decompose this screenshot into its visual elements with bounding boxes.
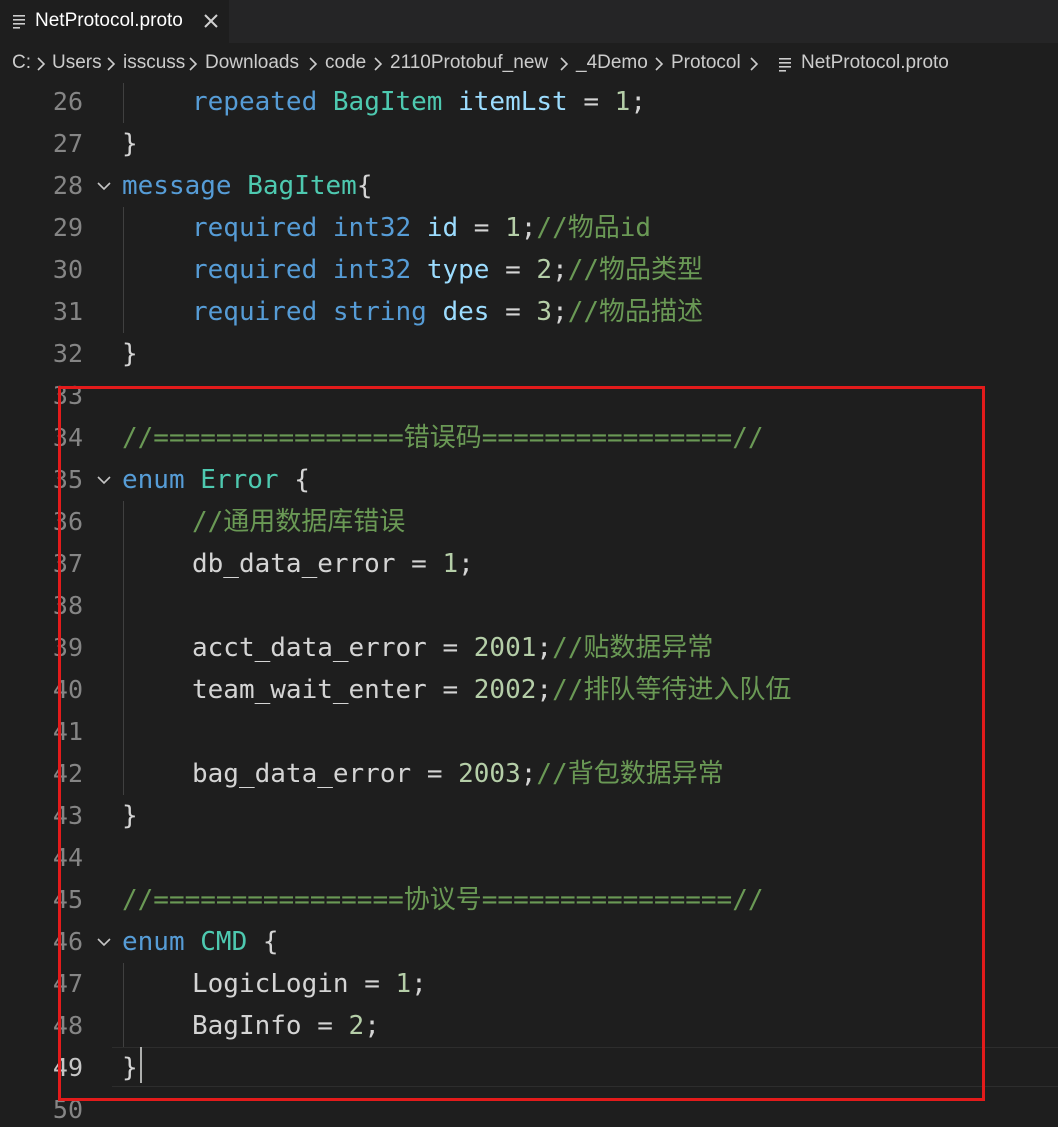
line-number: 46 <box>52 927 83 956</box>
line-number: 44 <box>52 843 83 872</box>
line-number: 31 <box>52 297 83 326</box>
code-line-36: //通用数据库错误 <box>192 507 406 537</box>
chevron-right-icon <box>374 57 383 71</box>
fold-chevron-icon[interactable] <box>97 937 111 947</box>
tab-netprotocol-proto[interactable]: NetProtocol.proto <box>0 0 229 43</box>
code-line-30: required int32 type = 2;//物品类型 <box>192 255 704 285</box>
breadcrumb-item-protocol[interactable]: Protocol <box>671 52 741 74</box>
line-number: 42 <box>52 759 83 788</box>
code-editor[interactable]: 26 27 28 29 30 31 32 33 34 35 36 37 38 3… <box>0 83 1058 1127</box>
breadcrumb-item-protobuf-new[interactable]: 2110Protobuf_new <box>390 52 548 74</box>
code-line-42: bag_data_error = 2003;//背包数据异常 <box>192 759 724 789</box>
code-line-43: } <box>122 801 138 831</box>
line-number: 40 <box>52 675 83 704</box>
fold-chevron-icon[interactable] <box>97 181 111 191</box>
line-number: 38 <box>52 591 83 620</box>
code-line-34: //================错误码================// <box>122 423 764 453</box>
chevron-right-icon <box>560 57 569 71</box>
breadcrumb-item-isscuss[interactable]: isscuss <box>123 52 185 74</box>
line-number: 37 <box>52 549 83 578</box>
line-number: 27 <box>52 129 83 158</box>
code-line-46: enum CMD { <box>122 927 279 957</box>
line-number: 35 <box>52 465 83 494</box>
breadcrumb: C: Users isscuss Downloads code 2110Prot… <box>0 43 1058 83</box>
breadcrumb-item-drive[interactable]: C: <box>12 52 31 74</box>
breadcrumb-item-file[interactable]: NetProtocol.proto <box>801 52 949 74</box>
line-number: 30 <box>52 255 83 284</box>
line-number: 28 <box>52 171 83 200</box>
close-icon[interactable] <box>202 12 220 30</box>
chevron-right-icon <box>37 57 46 71</box>
lines-icon <box>13 15 25 29</box>
code-line-40: team_wait_enter = 2002;//排队等待进入队伍 <box>192 675 792 705</box>
chevron-right-icon <box>750 57 759 71</box>
line-number: 41 <box>52 717 83 746</box>
code-line-29: required int32 id = 1;//物品id <box>192 213 652 243</box>
code-line-47: LogicLogin = 1; <box>192 969 427 999</box>
line-number: 48 <box>52 1011 83 1040</box>
chevron-right-icon <box>655 57 664 71</box>
breadcrumb-item-users[interactable]: Users <box>52 52 102 74</box>
code-line-31: required string des = 3;//物品描述 <box>192 297 704 327</box>
breadcrumb-item-code[interactable]: code <box>325 52 366 74</box>
current-line-highlight <box>112 1047 1058 1087</box>
code-line-35: enum Error { <box>122 465 310 495</box>
code-line-32: } <box>122 339 138 369</box>
line-number: 29 <box>52 213 83 242</box>
line-number: 50 <box>52 1095 83 1124</box>
chevron-right-icon <box>189 57 198 71</box>
lines-icon <box>779 58 791 72</box>
tab-label: NetProtocol.proto <box>35 10 183 31</box>
code-line-45: //================协议号================// <box>122 885 764 915</box>
code-line-39: acct_data_error = 2001;//贴数据异常 <box>192 633 714 663</box>
code-line-26: repeated BagItem itemLst = 1; <box>192 87 646 117</box>
line-number: 36 <box>52 507 83 536</box>
line-number: 45 <box>52 885 83 914</box>
code-line-28: message BagItem{ <box>122 171 373 201</box>
line-number: 34 <box>52 423 83 452</box>
line-number-active: 49 <box>52 1053 83 1082</box>
line-number: 26 <box>52 87 83 116</box>
line-number: 43 <box>52 801 83 830</box>
code-line-37: db_data_error = 1; <box>192 549 474 579</box>
fold-chevron-icon[interactable] <box>97 475 111 485</box>
tab-bar: NetProtocol.proto <box>0 0 1058 43</box>
line-number: 33 <box>52 381 83 410</box>
chevron-right-icon <box>107 57 116 71</box>
breadcrumb-item-downloads[interactable]: Downloads <box>205 52 299 74</box>
code-line-49: } <box>122 1053 138 1083</box>
line-number: 39 <box>52 633 83 662</box>
breadcrumb-item-demo[interactable]: _4Demo <box>576 52 648 74</box>
line-number: 47 <box>52 969 83 998</box>
code-line-48: BagInfo = 2; <box>192 1011 380 1041</box>
text-cursor <box>140 1047 142 1083</box>
chevron-right-icon <box>309 57 318 71</box>
line-number: 32 <box>52 339 83 368</box>
code-line-27: } <box>122 129 138 159</box>
